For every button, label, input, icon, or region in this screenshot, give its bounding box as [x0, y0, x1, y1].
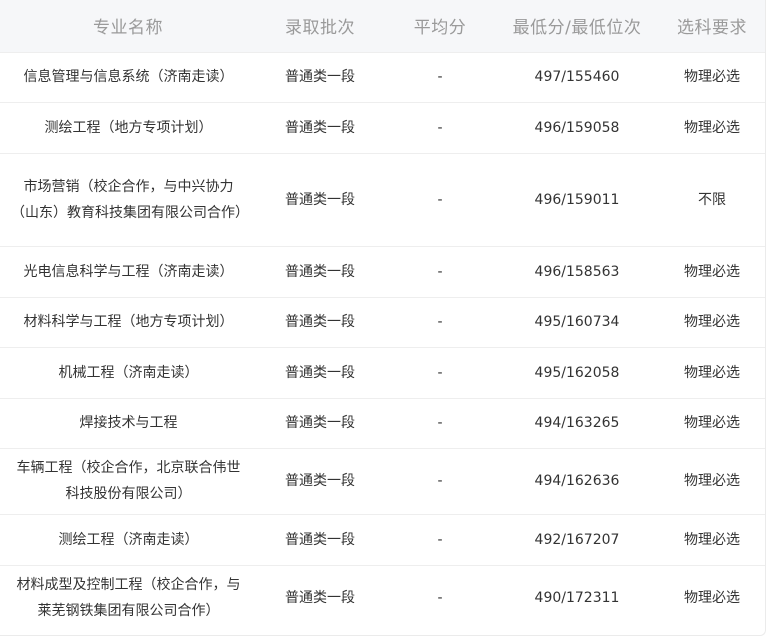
min-score-rank-cell: 490/172311	[534, 590, 620, 607]
min-score-rank-cell: 492/167207	[534, 531, 620, 548]
table-header: 专业名称 录取批次 平均分 最低分/最低位次 选科要求	[0, 0, 765, 52]
header-batch: 录取批次	[285, 18, 355, 39]
average-score-cell: -	[437, 364, 443, 381]
batch-cell: 普通类一段	[285, 531, 355, 548]
average-score-cell: -	[437, 119, 443, 136]
batch-cell: 普通类一段	[285, 415, 355, 431]
average-score-cell: -	[437, 263, 443, 280]
major-name-cell: 测绘工程（地方专项计划）	[44, 119, 213, 136]
min-score-rank-cell: 495/162058	[534, 364, 620, 381]
average-score-cell: -	[437, 314, 443, 330]
min-score-rank-cell: 496/158563	[534, 263, 620, 280]
table-row: 材料科学与工程（地方专项计划） 普通类一段 - 495/160734 物理必选	[0, 297, 765, 347]
table-row: 测绘工程（济南走读） 普通类一段 - 492/167207 物理必选	[0, 514, 765, 565]
batch-cell: 普通类一段	[285, 263, 355, 280]
subject-requirement-cell: 物理必选	[684, 364, 740, 381]
header-average-score: 平均分	[413, 18, 467, 39]
subject-requirement-cell: 物理必选	[684, 69, 740, 85]
header-min-score-rank: 最低分/最低位次	[512, 18, 642, 39]
table-row: 车辆工程（校企合作，北京联合伟世科技股份有限公司） 普通类一段 - 494/16…	[0, 448, 765, 514]
min-score-rank-cell: 497/155460	[534, 69, 620, 85]
batch-cell: 普通类一段	[285, 119, 355, 136]
batch-cell: 普通类一段	[285, 191, 355, 208]
batch-cell: 普通类一段	[285, 473, 355, 489]
major-name-cell: 市场营销（校企合作，与中兴协力（山东）教育科技集团有限公司合作）	[11, 178, 249, 221]
major-name-cell: 材料科学与工程（地方专项计划）	[23, 314, 234, 330]
table-row: 信息管理与信息系统（济南走读） 普通类一段 - 497/155460 物理必选	[0, 52, 765, 102]
table-row: 焊接技术与工程 普通类一段 - 494/163265 物理必选	[0, 398, 765, 448]
min-score-rank-cell: 494/163265	[534, 415, 620, 431]
table-body: 信息管理与信息系统（济南走读） 普通类一段 - 497/155460 物理必选 …	[0, 52, 765, 631]
subject-requirement-cell: 物理必选	[684, 415, 740, 431]
average-score-cell: -	[437, 415, 443, 431]
average-score-cell: -	[437, 590, 443, 607]
table-row: 机械工程（济南走读） 普通类一段 - 495/162058 物理必选	[0, 347, 765, 398]
admission-score-table: 专业名称 录取批次 平均分 最低分/最低位次 选科要求 信息管理与信息系统（济南…	[0, 0, 765, 631]
batch-cell: 普通类一段	[285, 69, 355, 85]
subject-requirement-cell: 物理必选	[684, 314, 740, 330]
subject-requirement-cell: 物理必选	[684, 119, 740, 136]
average-score-cell: -	[437, 473, 443, 489]
min-score-rank-cell: 496/159011	[534, 191, 620, 208]
major-name-cell: 测绘工程（济南走读）	[58, 531, 199, 548]
subject-requirement-cell: 物理必选	[684, 531, 740, 548]
subject-requirement-cell: 物理必选	[684, 263, 740, 280]
header-row: 专业名称 录取批次 平均分 最低分/最低位次 选科要求	[0, 0, 765, 52]
subject-requirement-cell: 物理必选	[684, 590, 740, 607]
subject-requirement-cell: 不限	[698, 191, 726, 208]
subject-requirement-cell: 物理必选	[684, 473, 740, 489]
average-score-cell: -	[437, 69, 443, 85]
major-name-cell: 信息管理与信息系统（济南走读）	[23, 69, 234, 85]
min-score-rank-cell: 494/162636	[534, 473, 620, 489]
batch-cell: 普通类一段	[285, 314, 355, 330]
table-row: 市场营销（校企合作，与中兴协力（山东）教育科技集团有限公司合作） 普通类一段 -…	[0, 153, 765, 246]
major-name-cell: 光电信息科学与工程（济南走读）	[23, 263, 234, 280]
batch-cell: 普通类一段	[285, 590, 355, 607]
table-row: 材料成型及控制工程（校企合作，与莱芜钢铁集团有限公司合作） 普通类一段 - 49…	[0, 565, 765, 631]
header-subject-requirement: 选科要求	[677, 18, 747, 39]
table-row: 测绘工程（地方专项计划） 普通类一段 - 496/159058 物理必选	[0, 102, 765, 153]
min-score-rank-cell: 495/160734	[534, 314, 620, 330]
major-name-cell: 车辆工程（校企合作，北京联合伟世科技股份有限公司）	[16, 460, 241, 502]
min-score-rank-cell: 496/159058	[534, 119, 620, 136]
major-name-cell: 材料成型及控制工程（校企合作，与莱芜钢铁集团有限公司合作）	[16, 577, 241, 620]
table-row: 光电信息科学与工程（济南走读） 普通类一段 - 496/158563 物理必选	[0, 246, 765, 297]
admission-score-table-card: 专业名称 录取批次 平均分 最低分/最低位次 选科要求 信息管理与信息系统（济南…	[0, 0, 766, 636]
batch-cell: 普通类一段	[285, 364, 355, 381]
major-name-cell: 焊接技术与工程	[79, 415, 178, 431]
header-major-name: 专业名称	[93, 18, 163, 39]
major-name-cell: 机械工程（济南走读）	[58, 364, 199, 381]
average-score-cell: -	[437, 531, 443, 548]
average-score-cell: -	[437, 191, 443, 208]
